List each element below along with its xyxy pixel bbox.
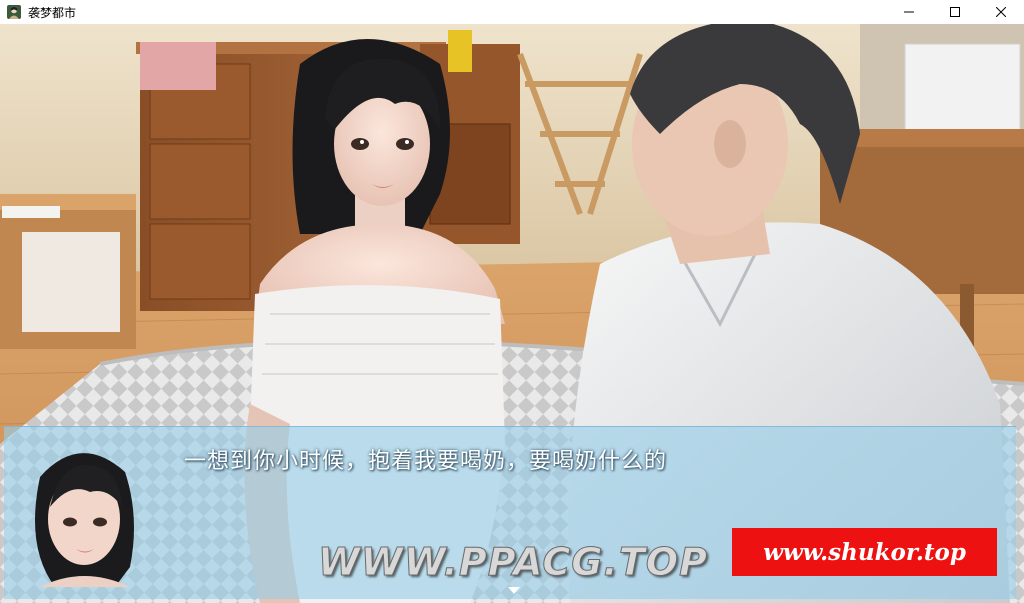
game-window: 袭梦都市 一想到你小时候，抱着我要喝奶，要喝奶什么的 WWW.PPACG.TOP…: [0, 0, 1024, 603]
shukor-watermark-text: www.shukor.top: [763, 538, 966, 566]
maximize-button[interactable]: [932, 0, 978, 24]
window-title: 袭梦都市: [28, 5, 77, 20]
maximize-icon: [950, 7, 960, 17]
continue-arrow-icon[interactable]: [508, 587, 520, 594]
window-controls: [886, 0, 1024, 24]
title-bar[interactable]: 袭梦都市: [0, 0, 1024, 24]
app-icon: [7, 5, 21, 19]
game-scene[interactable]: 一想到你小时候，抱着我要喝奶，要喝奶什么的 WWW.PPACG.TOP www.…: [0, 24, 1024, 603]
speaker-portrait: [20, 437, 150, 587]
close-button[interactable]: [978, 0, 1024, 24]
minimize-icon: [904, 11, 914, 13]
shukor-watermark: www.shukor.top: [732, 528, 997, 576]
ppacg-watermark: WWW.PPACG.TOP: [318, 540, 708, 585]
dialogue-text: 一想到你小时候，抱着我要喝奶，要喝奶什么的: [184, 449, 668, 474]
minimize-button[interactable]: [886, 0, 932, 24]
portrait-artwork: [35, 453, 134, 587]
close-icon: [996, 7, 1006, 17]
